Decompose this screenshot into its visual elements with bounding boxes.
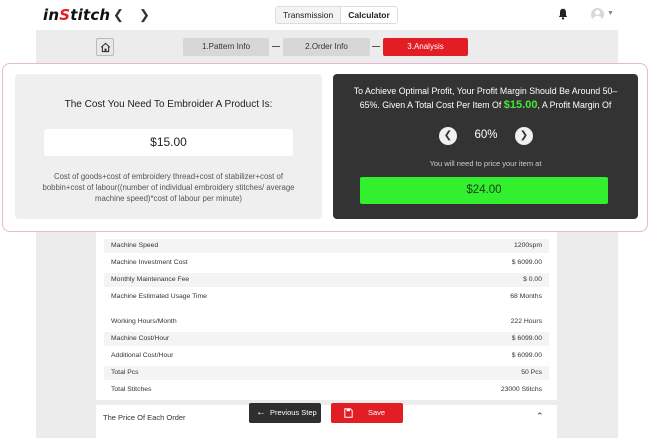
app-logo[interactable]: inStitch — [43, 6, 110, 24]
tab-calculator[interactable]: Calculator — [340, 7, 397, 23]
table-row: Additional Cost/Hour $ 6099.00 — [111, 352, 542, 359]
margin-increase-button[interactable]: ❯ — [515, 127, 533, 145]
margin-decrease-button[interactable]: ❮ — [439, 127, 457, 145]
forward-arrow-icon[interactable]: ❯ — [139, 8, 150, 22]
chevron-up-icon[interactable]: ⌃ — [536, 411, 544, 422]
step-pattern-info[interactable]: 1.Pattern Info — [183, 38, 269, 56]
back-arrow-icon[interactable]: ❮ — [113, 8, 124, 22]
step-divider — [372, 46, 380, 47]
price-note: You will need to price your item at — [429, 159, 542, 168]
cost-title: The Cost You Need To Embroider A Product… — [64, 99, 273, 110]
avatar[interactable] — [591, 8, 604, 21]
chevron-right-icon: ❯ — [519, 130, 529, 141]
mode-tabs: Transmission Calculator — [275, 6, 398, 24]
home-icon — [100, 42, 110, 52]
step-divider — [272, 46, 280, 47]
profit-card: To Achieve Optimal Profit, Your Profit M… — [333, 74, 638, 219]
chevron-down-icon[interactable]: ▼ — [607, 10, 614, 17]
table-row: Total Pcs 50 Pcs — [104, 366, 549, 380]
step-analysis[interactable]: 3.Analysis — [383, 38, 468, 56]
suggested-price: $24.00 — [360, 177, 608, 204]
save-icon — [344, 408, 353, 418]
chevron-left-icon: ❮ — [443, 130, 453, 141]
table-row: Machine Estimated Usage Time 68 Months — [111, 293, 542, 300]
table-row: Machine Cost/Hour $ 6099.00 — [104, 332, 549, 346]
arrow-left-icon: ← — [256, 407, 266, 418]
tab-transmission[interactable]: Transmission — [276, 7, 340, 23]
cost-value: $15.00 — [44, 129, 293, 156]
previous-step-button[interactable]: ← Previous Step — [249, 403, 321, 423]
profit-description: To Achieve Optimal Profit, Your Profit M… — [353, 86, 618, 111]
home-button[interactable] — [96, 38, 114, 56]
cost-formula: Cost of goods+cost of embroidery thread+… — [42, 172, 295, 203]
table-row: Total Stitches 23000 Stitchs — [111, 386, 542, 393]
table-row: Machine Investment Cost $ 6099.00 — [111, 259, 542, 266]
table-row: Machine Speed 1200spm — [104, 239, 549, 253]
table-row: Monthly Maintenance Fee $ 0.00 — [104, 273, 549, 287]
cost-highlight: $15.00 — [503, 99, 538, 111]
margin-value: 60% — [474, 129, 498, 141]
section-title: The Price Of Each Order — [103, 413, 186, 422]
save-button[interactable]: Save — [331, 403, 403, 423]
step-order-info[interactable]: 2.Order Info — [283, 38, 370, 56]
bell-icon[interactable] — [558, 8, 568, 20]
top-bar: inStitch ❮ ❯ Transmission Calculator ▼ — [0, 0, 651, 30]
cost-card: The Cost You Need To Embroider A Product… — [15, 74, 322, 219]
table-row: Working Hours/Month 222 Hours — [111, 318, 542, 325]
calculator-page: inStitch ❮ ❯ Transmission Calculator ▼ 1… — [0, 0, 651, 438]
